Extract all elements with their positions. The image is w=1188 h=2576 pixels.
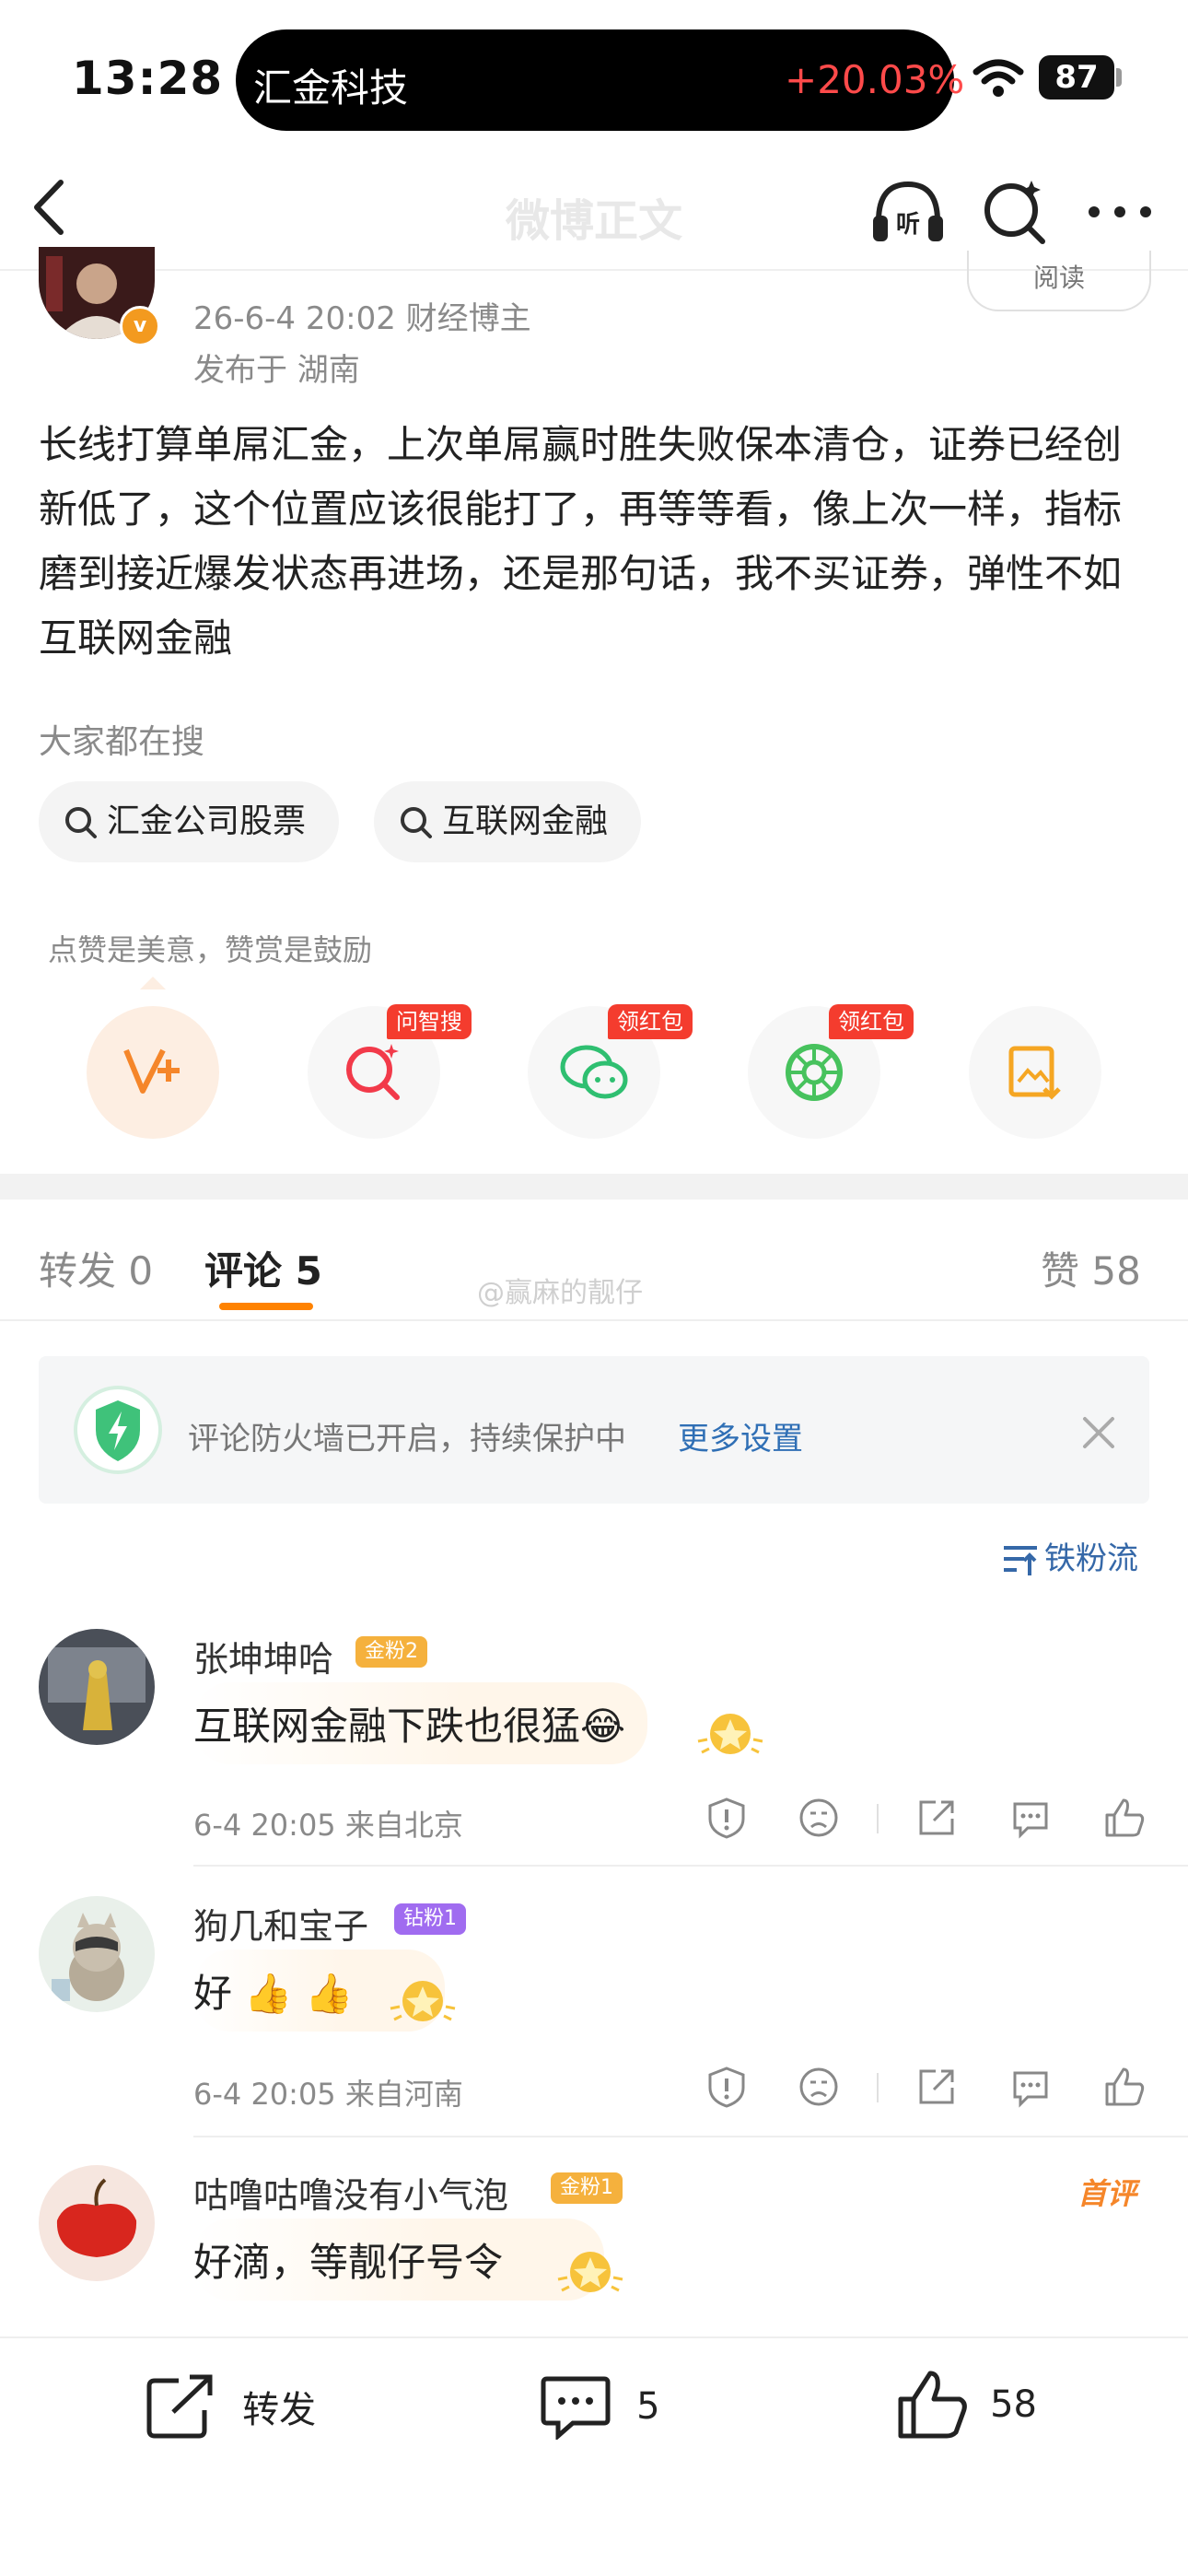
post-location: 发布于 湖南 <box>193 352 360 389</box>
close-icon[interactable] <box>1079 1413 1118 1456</box>
wechat-red-packet-badge: 领红包 <box>608 1004 693 1039</box>
ask-search-icon <box>346 1044 400 1100</box>
status-time: 13:28 <box>72 52 224 105</box>
comment-button[interactable]: 5 <box>540 2373 660 2441</box>
comment-icon <box>541 2376 611 2441</box>
wifi-icon <box>973 57 1024 101</box>
report-icon[interactable] <box>705 1797 748 1843</box>
comment-text: 好滴，等靓仔号令 <box>193 2219 605 2301</box>
search-chip-label: 汇金公司股票 <box>107 802 307 840</box>
comment-time-location: 6-4 20:05 来自河南 <box>193 2077 463 2112</box>
reply-icon[interactable] <box>1009 2066 1052 2112</box>
tab-comments[interactable]: 评论 5 <box>204 1240 322 1296</box>
island-stock-change: +20.03% <box>785 57 965 102</box>
reward-v-button[interactable] <box>87 1006 219 1139</box>
report-icon[interactable] <box>705 2066 748 2112</box>
comment-text-content: 好 <box>193 1971 233 2016</box>
fan-level-badge: 金粉2 <box>355 1636 427 1668</box>
comment-divider <box>193 2136 1188 2137</box>
commenter-avatar[interactable] <box>39 1629 155 1745</box>
commenter-name[interactable]: 咕噜咕噜没有小气泡 <box>193 2167 508 2218</box>
comment-time-location: 6-4 20:05 来自北京 <box>193 1808 463 1843</box>
verified-badge-icon: v <box>120 306 160 346</box>
battery-tip <box>1116 68 1122 87</box>
like-count: 58 <box>990 2383 1037 2426</box>
first-comment-tag: 首评 <box>1077 2176 1137 2211</box>
island-stock-name: 汇金科技 <box>253 65 409 111</box>
share-icon[interactable] <box>915 1797 958 1843</box>
svg-text:听: 听 <box>896 211 920 239</box>
trending-search-label: 大家都在搜 <box>39 723 205 761</box>
dislike-face-icon[interactable] <box>798 2066 840 2112</box>
commenter-avatar[interactable] <box>39 1896 155 2012</box>
tab-likes[interactable]: 赞 58 <box>1041 1240 1141 1296</box>
comment-count: 5 <box>636 2385 660 2428</box>
comment-text-content: 互联网金融下跌也很猛 <box>193 1704 581 1749</box>
dislike-face-icon[interactable] <box>798 1797 840 1843</box>
post-content: 长线打算单屌汇金，上次单屌赢时胜失败保本清仓，证券已经创新低了，这个位置应该很能… <box>39 422 1123 661</box>
like-thumb-icon <box>898 2371 967 2439</box>
read-button[interactable]: 阅读 <box>967 251 1151 311</box>
laugh-cry-emoji-icon: 😂 <box>580 1704 626 1749</box>
reward-tip: 点赞是美意，赞赏是鼓励 <box>48 932 373 967</box>
search-icon[interactable] <box>980 175 1050 252</box>
firewall-more-settings-link[interactable]: 更多设置 <box>678 1413 803 1458</box>
post-time-category: 26-6-4 20:02 财经博主 <box>193 300 531 337</box>
listen-headphones-icon[interactable]: 听 <box>869 175 947 252</box>
reward-tip-pointer <box>140 977 166 989</box>
medal-icon <box>556 2244 624 2303</box>
tab-divider <box>0 1319 1188 1321</box>
search-chip-huijin[interactable]: 汇金公司股票 <box>39 781 340 862</box>
like-button[interactable]: 58 <box>895 2368 1037 2441</box>
medal-icon <box>696 1706 764 1765</box>
search-chip-internet-finance[interactable]: 互联网金融 <box>374 781 642 862</box>
action-separator <box>877 2073 879 2102</box>
reply-icon[interactable] <box>1009 1797 1052 1843</box>
action-separator <box>877 1804 879 1833</box>
sort-icon <box>1004 1545 1037 1575</box>
wechat-icon <box>560 1045 628 1099</box>
share-icon[interactable] <box>915 2066 958 2112</box>
search-chip-label: 互联网金融 <box>442 802 609 840</box>
shield-icon <box>70 1382 166 1481</box>
repost-icon <box>146 2374 213 2439</box>
section-gap <box>0 1174 1188 1200</box>
battery-icon: 87 <box>1039 55 1114 100</box>
reward-v-icon <box>123 1048 180 1094</box>
search-icon <box>65 807 97 838</box>
sort-iron-fans-button[interactable]: 铁粉流 <box>1002 1533 1138 1578</box>
tab-active-indicator <box>219 1303 313 1310</box>
medal-icon <box>389 1973 457 2032</box>
repost-label: 转发 <box>242 2389 317 2431</box>
ask-search-badge: 问智搜 <box>387 1004 472 1039</box>
comment-text: 互联网金融下跌也很猛😂 <box>193 1682 648 1764</box>
like-thumb-icon[interactable] <box>1103 2066 1146 2112</box>
repost-button[interactable]: 转发 <box>146 2373 316 2440</box>
commenter-avatar[interactable] <box>39 2165 155 2281</box>
moments-icon <box>786 1044 843 1101</box>
save-image-icon <box>1008 1046 1061 1100</box>
like-thumb-icon[interactable] <box>1103 1797 1146 1843</box>
comment-divider <box>193 1865 1188 1867</box>
commenter-name[interactable]: 张坤坤哈 <box>193 1631 333 1681</box>
save-image-button[interactable] <box>969 1006 1101 1139</box>
search-icon <box>401 807 432 838</box>
thumbs-up-emoji-icon: 👍 👍 <box>244 1971 354 2016</box>
fan-level-badge: 金粉1 <box>551 2172 623 2204</box>
moments-red-packet-badge: 领红包 <box>829 1004 914 1039</box>
more-options-icon[interactable] <box>1085 175 1155 252</box>
commenter-name[interactable]: 狗几和宝子 <box>193 1898 368 1949</box>
fan-level-badge: 钻粉1 <box>394 1903 466 1935</box>
firewall-status-text: 评论防火墙已开启，持续保护中 <box>188 1421 626 1458</box>
weibo-watermark: @赢麻的靓仔 <box>477 1277 643 1309</box>
sort-label: 铁粉流 <box>1044 1540 1138 1577</box>
tab-repost[interactable]: 转发 0 <box>39 1240 153 1296</box>
